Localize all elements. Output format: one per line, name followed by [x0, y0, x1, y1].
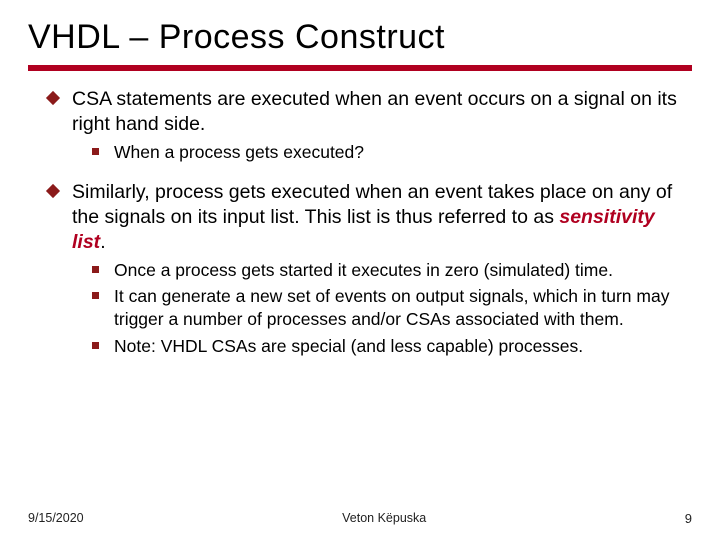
- slide-content: CSA statements are executed when an even…: [28, 87, 692, 360]
- slide-title: VHDL – Process Construct: [28, 18, 692, 57]
- diamond-bullet-icon: [34, 180, 72, 360]
- slide: VHDL – Process Construct CSA statements …: [0, 0, 720, 540]
- square-bullet-icon: [76, 259, 114, 282]
- bullet-level2: Note: VHDL CSAs are special (and less ca…: [72, 335, 686, 358]
- square-bullet-icon: [76, 335, 114, 358]
- square-bullet-icon: [76, 285, 114, 331]
- bullet-level2: When a process gets executed?: [72, 141, 686, 164]
- title-underline: [28, 65, 692, 71]
- bullet1-main: CSA statements are executed when an even…: [72, 88, 677, 135]
- bullet-level2: Once a process gets started it executes …: [72, 259, 686, 282]
- footer-date: 9/15/2020: [28, 511, 84, 526]
- square-bullet-icon: [76, 141, 114, 164]
- slide-footer: 9/15/2020 Veton Këpuska 9: [28, 511, 692, 526]
- footer-page-number: 9: [685, 511, 692, 526]
- bullet1-sub1: When a process gets executed?: [114, 141, 686, 164]
- bullet-level1: Similarly, process gets executed when an…: [34, 180, 686, 360]
- bullet-text: CSA statements are executed when an even…: [72, 87, 686, 166]
- bullet2-sub1: Once a process gets started it executes …: [114, 259, 686, 282]
- footer-author: Veton Këpuska: [342, 511, 426, 526]
- bullet2-suffix: .: [100, 231, 105, 253]
- bullet-level2: It can generate a new set of events on o…: [72, 285, 686, 331]
- bullet2-sub3: Note: VHDL CSAs are special (and less ca…: [114, 335, 686, 358]
- bullet2-sub2: It can generate a new set of events on o…: [114, 285, 686, 331]
- bullet-level1: CSA statements are executed when an even…: [34, 87, 686, 166]
- diamond-bullet-icon: [34, 87, 72, 166]
- bullet-text: Similarly, process gets executed when an…: [72, 180, 686, 360]
